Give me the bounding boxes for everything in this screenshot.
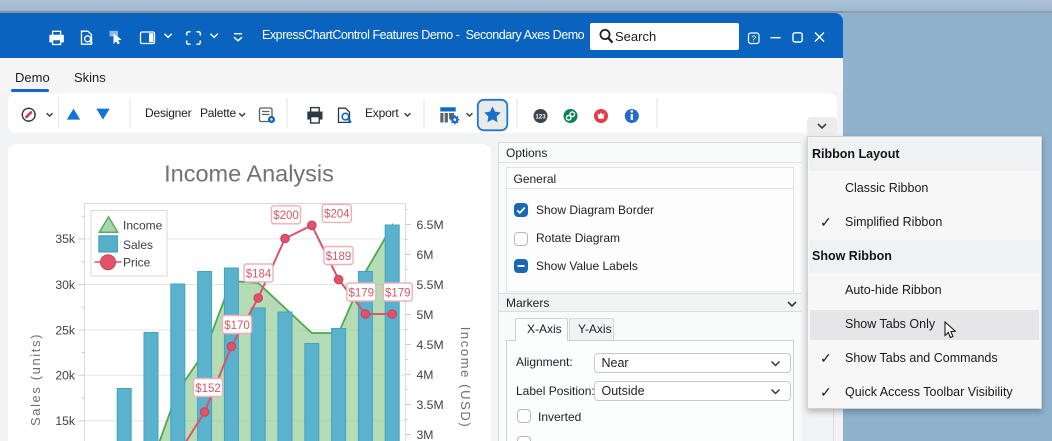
svg-text:6M: 6M	[417, 248, 434, 262]
svg-text:5M: 5M	[417, 308, 434, 322]
svg-text:Income Analysis: Income Analysis	[164, 161, 334, 187]
svg-text:$152: $152	[195, 383, 221, 395]
svg-text:$200: $200	[273, 210, 299, 222]
svg-text:Sales (units): Sales (units)	[28, 333, 43, 426]
svg-text:6.5M: 6.5M	[417, 218, 444, 232]
svg-text:Income (USD): Income (USD)	[458, 327, 473, 429]
svg-text:3.5M: 3.5M	[417, 398, 444, 412]
svg-text:4M: 4M	[417, 368, 434, 382]
svg-text:$184: $184	[246, 268, 272, 280]
svg-text:Price: Price	[123, 255, 151, 269]
svg-text:$170: $170	[224, 320, 250, 332]
svg-text:123: 123	[535, 113, 546, 120]
svg-text:4.5M: 4.5M	[417, 338, 444, 352]
svg-text:$204: $204	[324, 209, 350, 221]
svg-text:$179: $179	[385, 287, 411, 299]
svg-text:$189: $189	[326, 251, 352, 263]
svg-text:Income: Income	[123, 219, 163, 233]
svg-text:3M: 3M	[417, 428, 434, 441]
svg-text:35k: 35k	[55, 232, 76, 246]
svg-text:5.5M: 5.5M	[417, 278, 444, 292]
svg-text:?: ?	[751, 33, 756, 43]
svg-text:30k: 30k	[55, 278, 76, 292]
svg-text:25k: 25k	[55, 323, 76, 337]
svg-text:Sales: Sales	[123, 238, 153, 252]
svg-text:15k: 15k	[55, 414, 76, 428]
svg-text:$179: $179	[349, 287, 375, 299]
svg-text:20k: 20k	[55, 369, 76, 383]
